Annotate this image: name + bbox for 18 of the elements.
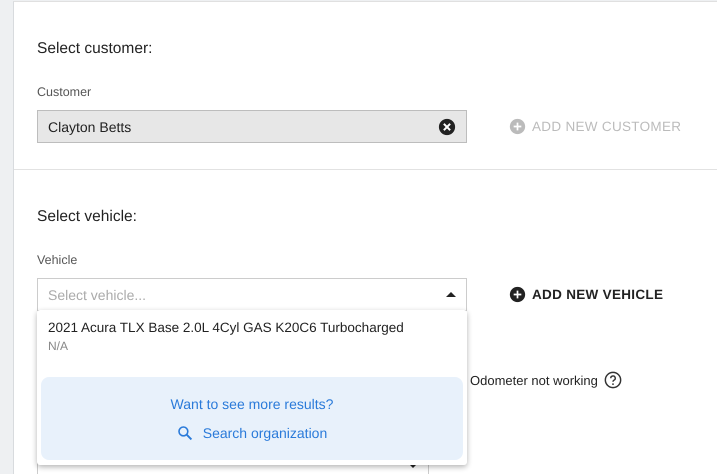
field-value: Clayton Betts [48,118,132,134]
vehicle-option[interactable]: 2021 Acura TLX Base 2.0L 4Cyl GAS K20C6 Turbocharged N/A [37,310,467,365]
field-label: Customer [37,84,92,100]
plus-icon [509,286,526,303]
caret-icon [408,462,418,468]
add-vehicle-button[interactable]: ADD NEW VEHICLE [509,282,664,307]
caret-icon [446,292,456,297]
search-icon [176,425,193,441]
section-title: Select vehicle: [37,207,138,227]
search-organization-link[interactable]: Search organization [176,425,328,441]
more-results-text: Want to see more results? [170,396,334,412]
help-icon[interactable] [604,371,622,389]
odometer-label: Odometer not working [470,372,598,388]
plus-icon [509,118,526,135]
section-title: Select customer: [37,39,154,59]
clear-icon[interactable] [438,118,456,136]
customer-field[interactable]: Clayton Betts [37,110,467,143]
field-label: Vehicle [37,252,78,268]
